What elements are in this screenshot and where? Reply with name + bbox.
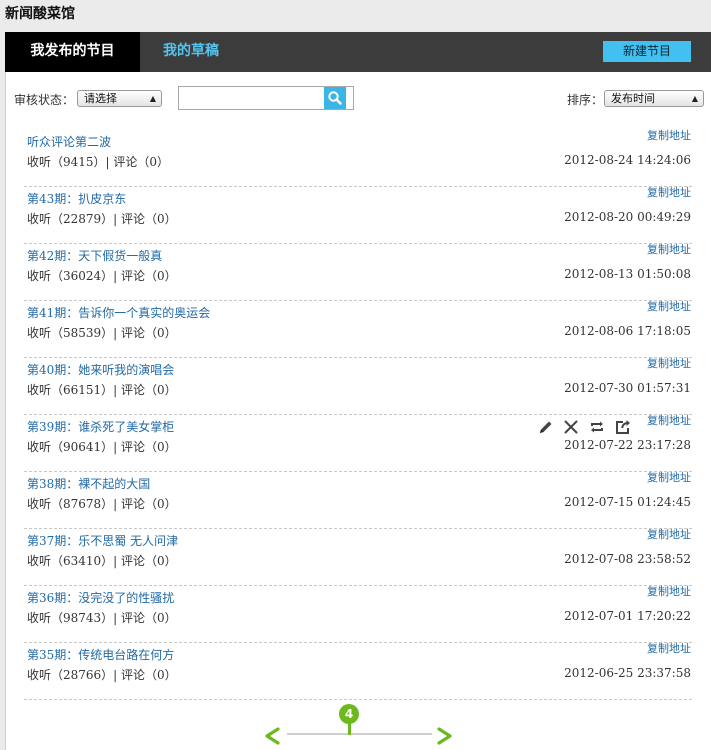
- search-icon: [328, 91, 342, 105]
- program-stats: 收听（98743）| 评论（0）: [27, 611, 177, 625]
- copy-address-link[interactable]: 复制地址: [647, 298, 691, 314]
- status-select-value: 请选择: [84, 92, 117, 105]
- copy-address-link[interactable]: 复制地址: [647, 640, 691, 656]
- program-date: 2012-08-13 01:50:08: [564, 267, 691, 281]
- sort-select[interactable]: 发布时间 ▲: [604, 90, 704, 107]
- program-title-link[interactable]: 第36期：没完没了的性骚扰: [27, 589, 174, 606]
- program-list: 听众评论第二波 收听（9415）| 评论（0） 复制地址 2012-08-24 …: [24, 127, 692, 700]
- program-date: 2012-07-22 23:17:28: [564, 438, 691, 452]
- program-stats: 收听（87678）| 评论（0）: [27, 497, 177, 511]
- copy-address-link[interactable]: 复制地址: [647, 583, 691, 599]
- next-page-arrow-icon[interactable]: [434, 726, 454, 746]
- program-stats: 收听（36024）| 评论（0）: [27, 269, 177, 283]
- list-item: 第41期：告诉你一个真实的奥运会 收听（58539）| 评论（0） 复制地址 2…: [24, 298, 692, 358]
- program-date: 2012-07-30 01:57:31: [564, 381, 691, 395]
- pager-slider-pin: [348, 723, 351, 735]
- sort-label: 排序：: [567, 93, 604, 107]
- program-stats: 收听（90641）| 评论（0）: [27, 440, 177, 454]
- tab-bar: 我发布的节目 我的草稿 新建节目: [5, 32, 711, 72]
- share-icon[interactable]: [615, 419, 631, 435]
- program-stats: 收听（58539）| 评论（0）: [27, 326, 177, 340]
- list-item: 第42期：天下假货一般真 收听（36024）| 评论（0） 复制地址 2012-…: [24, 241, 692, 301]
- program-stats: 收听（9415）| 评论（0）: [27, 155, 170, 169]
- program-title-link[interactable]: 第41期：告诉你一个真实的奥运会: [27, 304, 210, 321]
- program-stats: 收听（22879）| 评论（0）: [27, 212, 177, 226]
- program-date: 2012-08-20 00:49:29: [564, 210, 691, 224]
- program-date: 2012-07-15 01:24:45: [564, 495, 691, 509]
- pager-slider-track[interactable]: [287, 733, 432, 735]
- list-item: 听众评论第二波 收听（9415）| 评论（0） 复制地址 2012-08-24 …: [24, 127, 692, 187]
- program-title-link[interactable]: 第40期：她来听我的演唱会: [27, 361, 174, 378]
- prev-page-arrow-icon[interactable]: [263, 726, 283, 746]
- pencil-icon[interactable]: [538, 419, 554, 435]
- program-stats: 收听（66151）| 评论（0）: [27, 383, 177, 397]
- program-stats: 收听（63410）| 评论（0）: [27, 554, 177, 568]
- select-arrows-icon: ▲: [691, 94, 698, 103]
- status-select[interactable]: 请选择 ▲: [77, 90, 162, 107]
- list-item: 第43期：扒皮京东 收听（22879）| 评论（0） 复制地址 2012-08-…: [24, 184, 692, 244]
- list-item: 第38期：裸不起的大国 收听（87678）| 评论（0） 复制地址 2012-0…: [24, 469, 692, 529]
- program-title-link[interactable]: 第38期：裸不起的大国: [27, 475, 150, 492]
- program-title-link[interactable]: 第35期：传统电台路在何方: [27, 646, 174, 663]
- program-title-link[interactable]: 第43期：扒皮京东: [27, 190, 126, 207]
- pager: 4: [6, 702, 711, 750]
- tab-my-published[interactable]: 我发布的节目: [5, 32, 140, 72]
- copy-address-link[interactable]: 复制地址: [647, 355, 691, 371]
- search-button[interactable]: [324, 87, 346, 109]
- program-date: 2012-08-06 17:18:05: [564, 324, 691, 338]
- copy-address-link[interactable]: 复制地址: [647, 241, 691, 257]
- app-title: 新闻酸菜馆: [5, 6, 75, 22]
- list-item: 第40期：她来听我的演唱会 收听（66151）| 评论（0） 复制地址 2012…: [24, 355, 692, 415]
- pager-slider-handle[interactable]: 4: [339, 704, 359, 724]
- program-date: 2012-08-24 14:24:06: [564, 153, 691, 167]
- program-title-link[interactable]: 第39期：谁杀死了美女掌柜: [27, 418, 174, 435]
- program-stats: 收听（28766）| 评论（0）: [27, 668, 177, 682]
- list-item-hovered: 第39期：谁杀死了美女掌柜 收听（90641）| 评论（0） 复制地址 2012…: [24, 412, 692, 472]
- repeat-icon[interactable]: [589, 419, 605, 435]
- copy-address-link[interactable]: 复制地址: [647, 184, 691, 200]
- list-item: 第37期：乐不思蜀 无人问津 收听（63410）| 评论（0） 复制地址 201…: [24, 526, 692, 586]
- copy-address-link[interactable]: 复制地址: [647, 127, 691, 143]
- sort-select-value: 发布时间: [611, 92, 655, 105]
- program-title-link[interactable]: 听众评论第二波: [27, 133, 111, 150]
- program-title-link[interactable]: 第42期：天下假货一般真: [27, 247, 162, 264]
- copy-address-link[interactable]: 复制地址: [647, 469, 691, 485]
- main-panel: 审核状态： 请选择 ▲ 排序： 发布时间 ▲ 听众评论第二波 收听（9415）|…: [5, 72, 711, 750]
- program-date: 2012-07-01 17:20:22: [564, 609, 691, 623]
- new-program-button[interactable]: 新建节目: [603, 41, 691, 62]
- list-item: 第36期：没完没了的性骚扰 收听（98743）| 评论（0） 复制地址 2012…: [24, 583, 692, 643]
- select-arrows-icon: ▲: [149, 94, 156, 103]
- copy-address-link[interactable]: 复制地址: [647, 526, 691, 542]
- close-icon[interactable]: [563, 419, 579, 435]
- status-filter-label: 审核状态：: [14, 93, 75, 107]
- copy-address-link[interactable]: 复制地址: [647, 412, 691, 428]
- program-title-link[interactable]: 第37期：乐不思蜀 无人问津: [27, 532, 178, 549]
- program-date: 2012-07-08 23:58:52: [564, 552, 691, 566]
- program-date: 2012-06-25 23:37:58: [564, 666, 691, 680]
- list-item: 第35期：传统电台路在何方 收听（28766）| 评论（0） 复制地址 2012…: [24, 640, 692, 700]
- tab-my-drafts[interactable]: 我的草稿: [163, 32, 219, 72]
